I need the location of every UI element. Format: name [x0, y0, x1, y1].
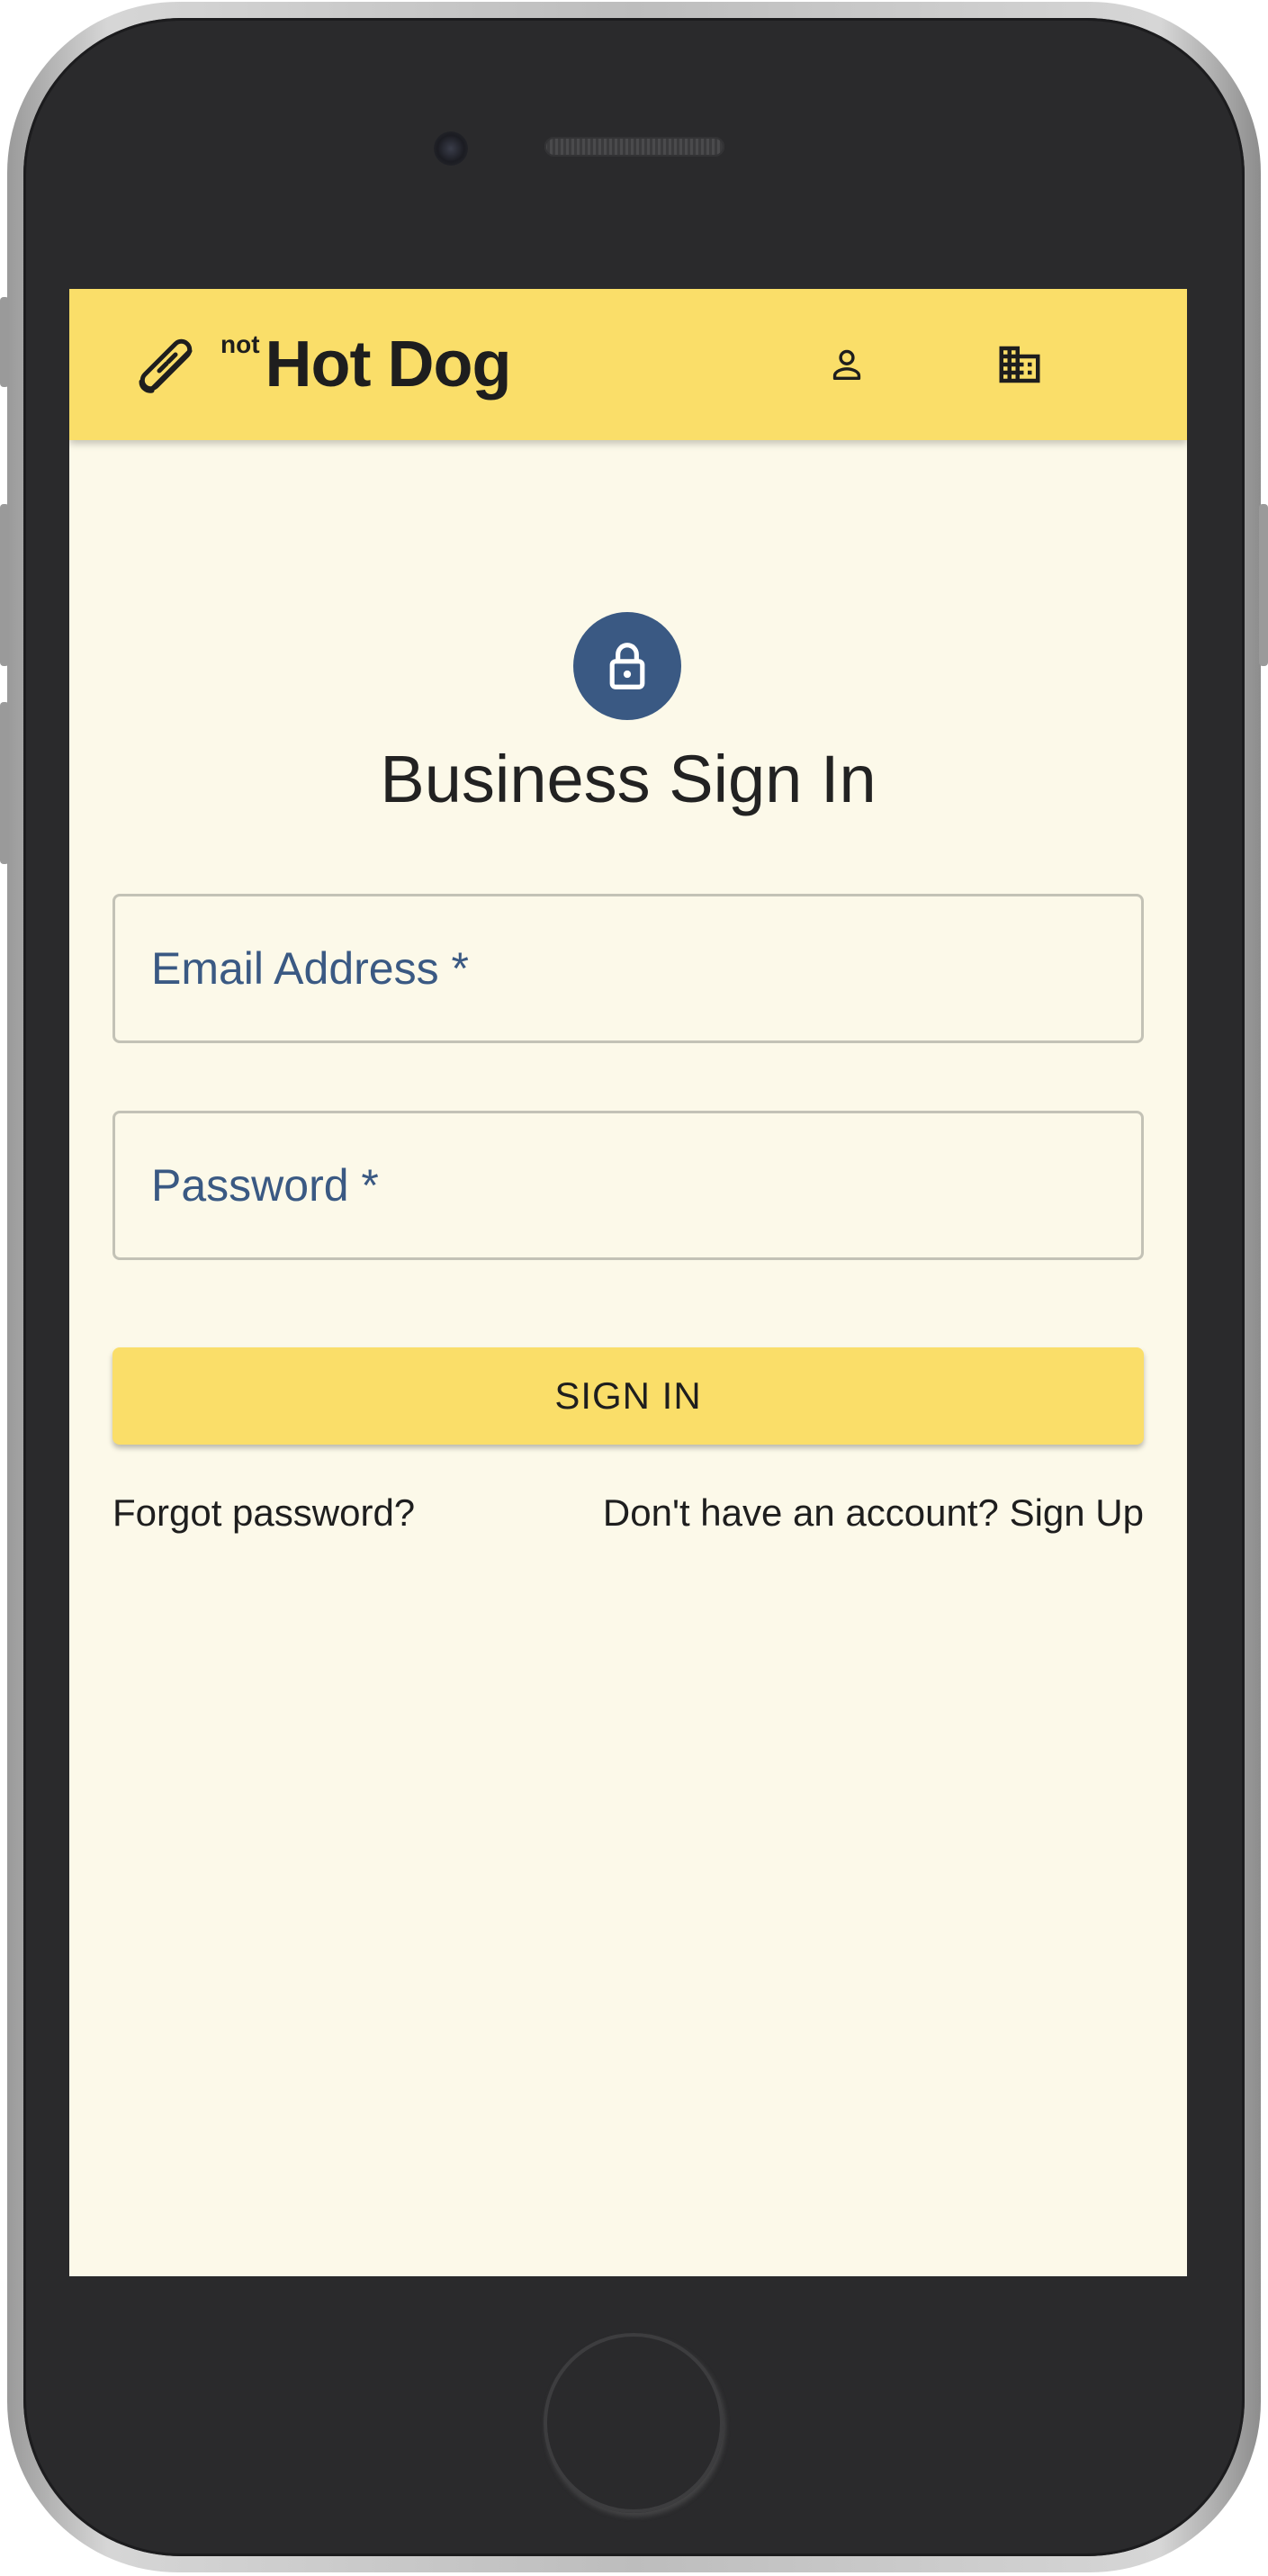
sign-in-button[interactable]: SIGN IN	[112, 1347, 1144, 1445]
app-screen: not Hot Dog Business Sign In Email Addre…	[69, 289, 1187, 2276]
password-input[interactable]	[115, 1113, 1141, 1257]
front-camera	[434, 131, 468, 166]
phone-silent-switch	[0, 297, 9, 387]
password-field[interactable]	[112, 1111, 1144, 1260]
person-icon-button[interactable]	[811, 329, 883, 401]
phone-volume-down	[0, 702, 9, 864]
home-button[interactable]	[544, 2333, 724, 2513]
brand-logo[interactable]: not Hot Dog	[132, 289, 512, 440]
business-icon-button[interactable]	[984, 329, 1056, 401]
person-icon	[832, 349, 861, 381]
lock-avatar	[573, 612, 681, 720]
earpiece-speaker	[544, 137, 724, 157]
email-input[interactable]	[115, 896, 1141, 1040]
phone-power-button	[1259, 504, 1268, 666]
lock-icon	[609, 643, 645, 689]
forgot-password-link[interactable]: Forgot password?	[112, 1491, 415, 1535]
page: not Hot Dog Business Sign In Email Addre…	[0, 0, 1268, 2576]
hot-dog-icon	[139, 338, 193, 393]
sign-up-link[interactable]: Don't have an account? Sign Up	[603, 1491, 1144, 1535]
app-bar: not Hot Dog	[69, 289, 1187, 440]
phone-volume-up	[0, 504, 9, 666]
business-building-icon	[999, 346, 1040, 383]
brand-title: Hot Dog	[265, 329, 512, 401]
page-title: Business Sign In	[380, 742, 877, 816]
email-field[interactable]	[112, 894, 1144, 1043]
brand-prefix: not	[220, 330, 260, 358]
